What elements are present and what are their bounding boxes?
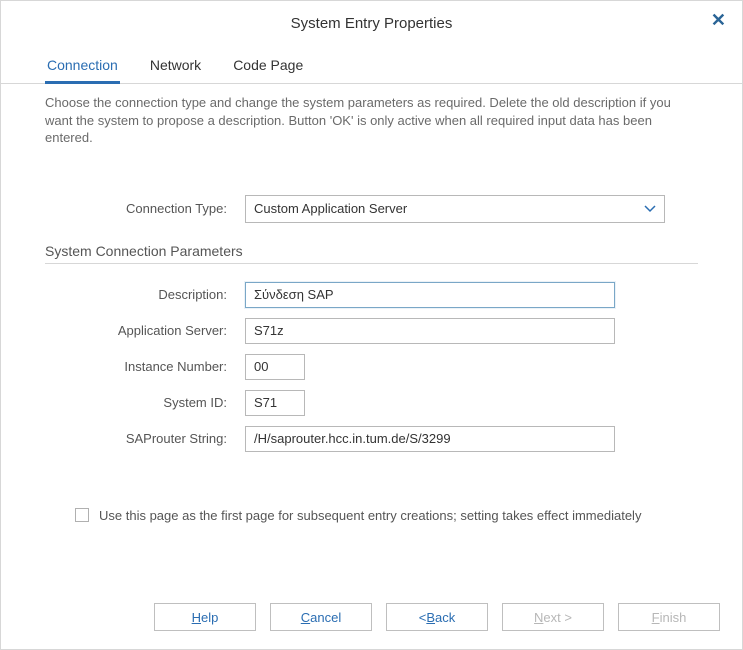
input-description[interactable] [245, 282, 615, 308]
help-text: Choose the connection type and change th… [45, 94, 698, 147]
tab-bar: Connection Network Code Page [1, 51, 742, 84]
chevron-down-icon [644, 202, 656, 216]
system-entry-properties-dialog: System Entry Properties ✕ Connection Net… [0, 0, 743, 650]
finish-button: Finish [618, 603, 720, 631]
section-divider [45, 263, 698, 264]
next-button: Next > [502, 603, 604, 631]
label-saprouter: SAProuter String: [45, 431, 245, 446]
checkbox-first-page[interactable] [75, 508, 89, 522]
wizard-button-bar: Help Cancel < Back Next > Finish [1, 603, 742, 649]
tab-connection[interactable]: Connection [45, 51, 120, 84]
label-system-id: System ID: [45, 395, 245, 410]
row-appserver: Application Server: [45, 318, 698, 344]
cancel-button[interactable]: Cancel [270, 603, 372, 631]
help-button[interactable]: Help [154, 603, 256, 631]
row-saprouter: SAProuter String: [45, 426, 698, 452]
input-saprouter-string[interactable] [245, 426, 615, 452]
row-system-id: System ID: [45, 390, 698, 416]
dialog-title: System Entry Properties [291, 15, 453, 32]
tab-network[interactable]: Network [148, 51, 203, 84]
dropdown-connection-type[interactable]: Custom Application Server [245, 195, 665, 223]
close-icon[interactable]: ✕ [711, 11, 726, 29]
dropdown-connection-type-value: Custom Application Server [254, 201, 407, 216]
row-connection-type: Connection Type: Custom Application Serv… [45, 195, 698, 223]
label-instance-number: Instance Number: [45, 359, 245, 374]
row-description: Description: [45, 282, 698, 308]
input-instance-number[interactable] [245, 354, 305, 380]
label-connection-type: Connection Type: [45, 201, 245, 216]
back-button[interactable]: < Back [386, 603, 488, 631]
row-first-page-checkbox: Use this page as the first page for subs… [75, 508, 698, 523]
input-application-server[interactable] [245, 318, 615, 344]
label-appserver: Application Server: [45, 323, 245, 338]
label-description: Description: [45, 287, 245, 302]
section-title-connection-params: System Connection Parameters [45, 243, 698, 259]
label-first-page-checkbox: Use this page as the first page for subs… [99, 508, 641, 523]
tab-code-page[interactable]: Code Page [231, 51, 305, 84]
dialog-titlebar: System Entry Properties ✕ [1, 1, 742, 45]
input-system-id[interactable] [245, 390, 305, 416]
row-instance-number: Instance Number: [45, 354, 698, 380]
tab-content: Choose the connection type and change th… [1, 84, 742, 603]
